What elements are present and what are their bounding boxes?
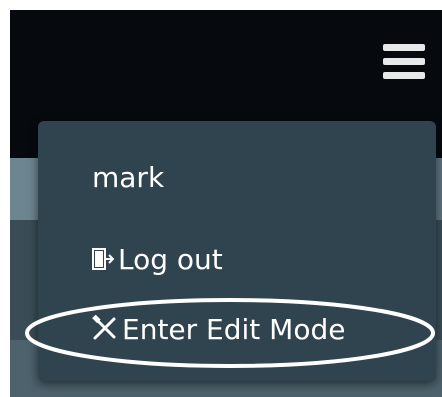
logout-door-icon bbox=[92, 244, 115, 278]
enter-edit-mode-label: Enter Edit Mode bbox=[122, 313, 346, 346]
username-label: mark bbox=[92, 161, 165, 194]
hamburger-line bbox=[383, 72, 425, 79]
tools-icon bbox=[92, 314, 118, 348]
hamburger-line bbox=[383, 44, 425, 51]
menu-item-username[interactable]: mark bbox=[92, 161, 164, 195]
menu-item-logout[interactable]: Log out bbox=[92, 243, 223, 278]
background-panel bbox=[10, 158, 40, 220]
background-panel bbox=[436, 158, 442, 220]
menu-item-enter-edit-mode[interactable]: Enter Edit Mode bbox=[92, 313, 345, 348]
hamburger-line bbox=[383, 58, 425, 65]
logout-label: Log out bbox=[118, 243, 223, 276]
hamburger-menu-icon[interactable] bbox=[383, 44, 425, 80]
